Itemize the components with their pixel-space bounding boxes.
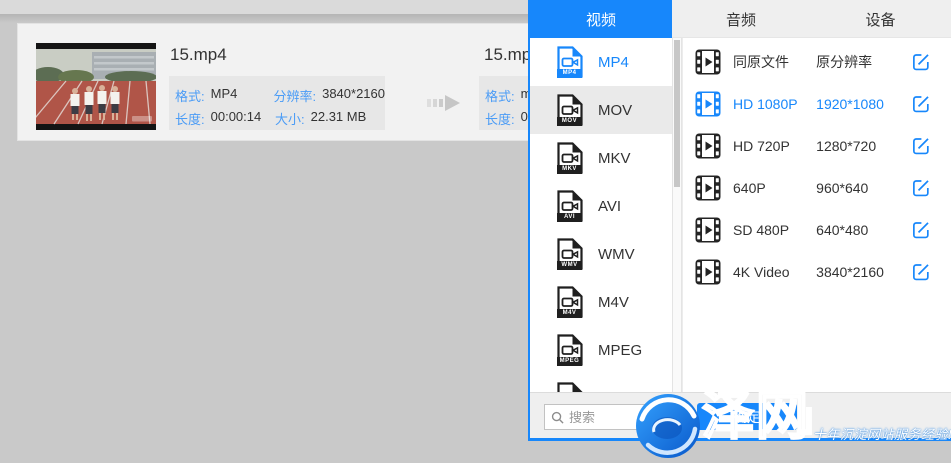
film-icon (695, 217, 721, 243)
thumbnail-watermark (132, 116, 152, 122)
format-item-partial[interactable] (530, 374, 672, 392)
source-file-title: 15.mp4 (170, 45, 227, 65)
format-item-mov[interactable]: MOV MOV (530, 86, 672, 134)
edit-settings-icon[interactable] (911, 136, 931, 156)
tab-video[interactable]: 视频 (530, 0, 672, 38)
app-window: 15.mp4 格式: MP4 分辨率: 3840*2160 长度: 00:00:… (0, 0, 951, 463)
quality-item-hd-720p[interactable]: HD 720P 1280*720 (683, 125, 951, 167)
tab-audio[interactable]: 音频 (672, 0, 810, 38)
source-info-box: 格式: MP4 分辨率: 3840*2160 长度: 00:00:14 大小: … (169, 76, 385, 130)
file-type-icon: AVI (556, 190, 584, 222)
file-type-icon (556, 382, 584, 392)
format-list-scrollbar[interactable] (672, 38, 682, 392)
file-type-icon: M4V (556, 286, 584, 318)
file-type-icon: WMV (556, 238, 584, 270)
quality-item-sd-480p[interactable]: SD 480P 640*480 (683, 209, 951, 251)
file-type-icon: MPEG (556, 334, 584, 366)
format-value: MP4 (211, 86, 238, 105)
edit-settings-icon[interactable] (911, 94, 931, 114)
format-item-m4v[interactable]: M4V M4V (530, 278, 672, 326)
format-list: MP4 MP4 MOV MOV MKV MKV (530, 38, 672, 392)
edit-settings-icon[interactable] (911, 52, 931, 72)
format-item-mkv[interactable]: MKV MKV (530, 134, 672, 182)
film-icon (695, 133, 721, 159)
film-icon (695, 49, 721, 75)
search-icon (551, 411, 564, 424)
film-icon (695, 259, 721, 285)
thumbnail-image (36, 43, 156, 130)
edit-settings-icon[interactable] (911, 220, 931, 240)
duration-label: 长度: (485, 109, 515, 128)
resolution-label: 分辨率: (273, 86, 316, 105)
edit-settings-icon[interactable] (911, 262, 931, 282)
format-item-avi[interactable]: AVI AVI (530, 182, 672, 230)
duration-label: 长度: (175, 109, 205, 128)
quality-item-same-as-source[interactable]: 同原文件 原分辨率 (683, 41, 951, 83)
popup-bottom-bar: 确定 (530, 392, 951, 438)
film-icon (695, 91, 721, 117)
tab-device[interactable]: 设备 (810, 0, 951, 38)
format-picker-popup: 视频 音频 设备 MP4 MP4 MOV MOV (528, 0, 951, 441)
size-label: 大小: (275, 109, 305, 128)
size-value: 22.31 MB (311, 109, 367, 128)
quality-item-4k-video[interactable]: 4K Video 3840*2160 (683, 251, 951, 293)
format-label: 格式: (175, 86, 205, 105)
format-item-wmv[interactable]: WMV WMV (530, 230, 672, 278)
convert-arrow-icon (427, 93, 461, 113)
quality-item-640p[interactable]: 640P 960*640 (683, 167, 951, 209)
format-item-mp4[interactable]: MP4 MP4 (530, 38, 672, 86)
duration-value: 00:00:14 (211, 109, 262, 128)
format-tabs: 视频 音频 设备 (530, 0, 951, 38)
video-thumbnail (36, 43, 156, 130)
file-type-icon: MP4 (556, 46, 584, 78)
resolution-value: 3840*2160 (322, 86, 385, 105)
format-label: 格式: (485, 86, 515, 105)
confirm-button[interactable]: 确定 (697, 403, 797, 430)
file-type-icon: MOV (556, 94, 584, 126)
edit-settings-icon[interactable] (911, 178, 931, 198)
format-search-box[interactable] (544, 404, 674, 430)
format-item-mpeg[interactable]: MPEG MPEG (530, 326, 672, 374)
quality-item-hd-1080p[interactable]: HD 1080P 1920*1080 (683, 83, 951, 125)
quality-list: 同原文件 原分辨率 HD 1080P 1920*1080 HD 720P 128… (682, 38, 951, 392)
scrollbar-thumb[interactable] (674, 40, 680, 187)
file-type-icon: MKV (556, 142, 584, 174)
search-input[interactable] (569, 410, 665, 425)
film-icon (695, 175, 721, 201)
